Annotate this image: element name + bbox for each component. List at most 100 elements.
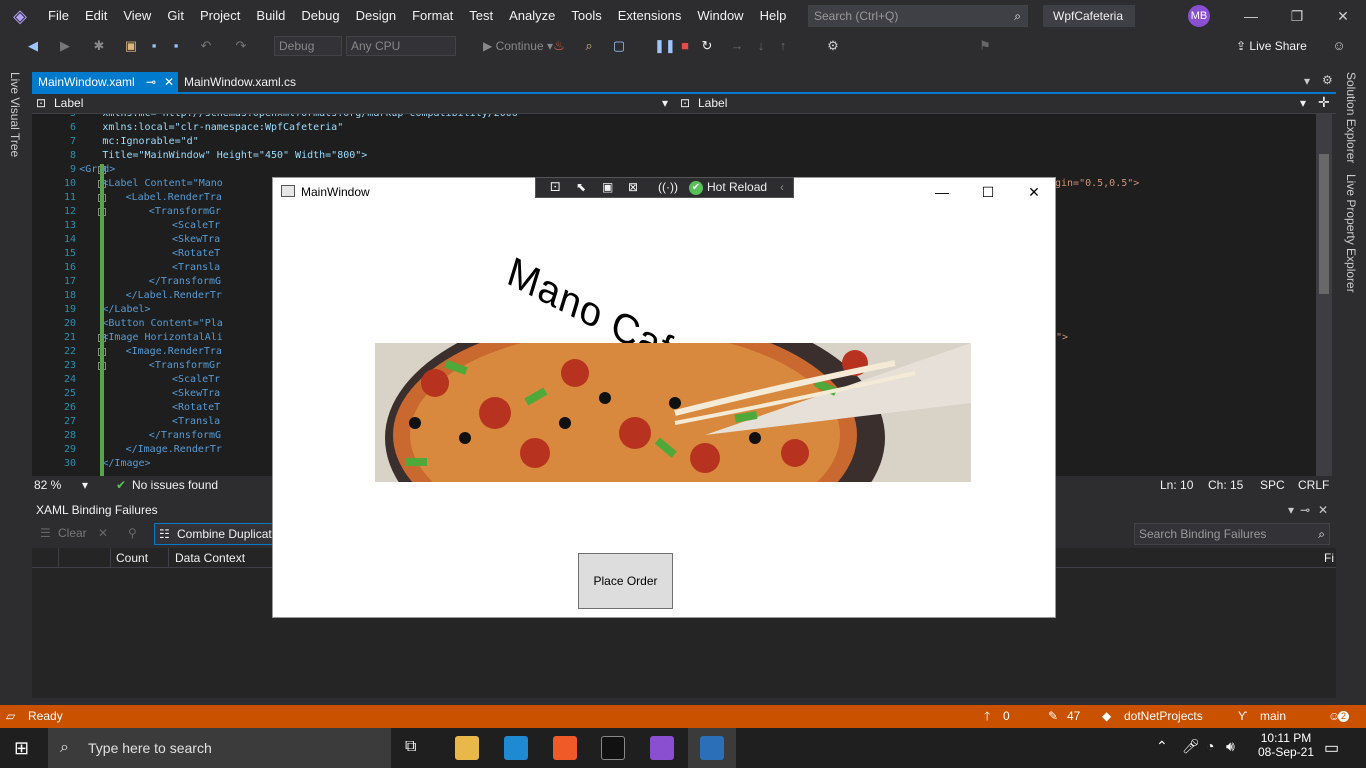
branch-name[interactable]: main bbox=[1260, 705, 1286, 728]
live-property-explorer-tab[interactable]: Live Property Explorer bbox=[1344, 174, 1358, 293]
go-to-live-visual-tree-icon[interactable]: ⚀ bbox=[550, 178, 560, 197]
platform-select[interactable]: Any CPU bbox=[346, 36, 456, 56]
wifi-icon[interactable]: ◔ bbox=[1206, 738, 1214, 754]
split-editor-icon[interactable]: ✛ bbox=[1318, 94, 1330, 111]
column-fi[interactable]: Fi bbox=[1324, 548, 1334, 568]
menu-design[interactable]: Design bbox=[348, 0, 404, 32]
new-project-icon[interactable]: ✱ bbox=[90, 37, 108, 55]
menu-window[interactable]: Window bbox=[689, 0, 751, 32]
avatar[interactable]: MB bbox=[1188, 5, 1210, 27]
maximize-icon[interactable]: ☐ bbox=[965, 178, 1011, 206]
repository-name[interactable]: dotNetProjects bbox=[1124, 705, 1203, 728]
minimize-icon[interactable]: — bbox=[919, 178, 965, 206]
collapse-chevron-icon[interactable]: ‹ bbox=[780, 178, 784, 197]
live-visual-tree-tab[interactable]: Live Visual Tree bbox=[8, 72, 22, 157]
restart-icon[interactable]: ↻ bbox=[698, 37, 716, 55]
find-in-files-icon[interactable]: ⌕ bbox=[580, 37, 598, 55]
forward-icon[interactable]: ▶ bbox=[56, 37, 74, 55]
menu-tools[interactable]: Tools bbox=[563, 0, 609, 32]
clear-button[interactable]: Clear bbox=[58, 526, 87, 540]
brave-browser-icon[interactable] bbox=[553, 736, 577, 760]
unpushed-commits[interactable]: 0 bbox=[1003, 705, 1010, 728]
clear-icon[interactable]: ☰ bbox=[40, 526, 51, 540]
visual-studio-icon[interactable] bbox=[650, 736, 674, 760]
solution-explorer-tab[interactable]: Solution Explorer bbox=[1344, 72, 1358, 163]
restore-icon[interactable]: ❐ bbox=[1274, 0, 1320, 32]
menu-build[interactable]: Build bbox=[248, 0, 293, 32]
display-adorners-icon[interactable]: ▣ bbox=[602, 178, 613, 197]
wpf-app-icon[interactable] bbox=[700, 736, 724, 760]
save-icon[interactable]: ▪ bbox=[145, 37, 163, 55]
menu-debug[interactable]: Debug bbox=[293, 0, 347, 32]
menu-view[interactable]: View bbox=[115, 0, 159, 32]
chevron-up-icon[interactable]: ⌃ bbox=[1156, 738, 1168, 755]
continue-button[interactable]: ▶ Continue ▾ bbox=[483, 36, 553, 56]
microphone-icon[interactable]: 🎤︎ bbox=[1182, 738, 1200, 755]
tab-dropdown-icon[interactable]: ▾ bbox=[1304, 74, 1310, 88]
binding-failures-icon[interactable]: ((·)) bbox=[658, 178, 678, 197]
stop-icon[interactable]: ■ bbox=[676, 37, 694, 55]
pause-icon[interactable]: ❚❚ bbox=[654, 37, 676, 55]
back-icon[interactable]: ◀ bbox=[24, 37, 42, 55]
terminal-icon[interactable] bbox=[601, 736, 625, 760]
binding-search-input[interactable]: Search Binding Failures ⌕ bbox=[1134, 523, 1330, 545]
undo-icon[interactable]: ↶ bbox=[197, 37, 215, 55]
menu-help[interactable]: Help bbox=[752, 0, 795, 32]
indent-mode[interactable]: SPC bbox=[1260, 476, 1285, 494]
select-element-icon[interactable]: ⬉ bbox=[576, 178, 586, 197]
menu-extensions[interactable]: Extensions bbox=[610, 0, 690, 32]
chevron-down-icon[interactable]: ▾ bbox=[82, 476, 88, 494]
step-over-icon[interactable]: → bbox=[728, 37, 746, 55]
save-all-icon[interactable]: ▪ bbox=[167, 37, 185, 55]
delete-icon[interactable]: ✕ bbox=[98, 526, 108, 540]
device-icon[interactable]: ▢ bbox=[610, 37, 628, 55]
scrollbar-thumb[interactable] bbox=[1319, 154, 1329, 294]
open-folder-icon[interactable]: ▣ bbox=[122, 37, 140, 55]
live-share-button[interactable]: ⇪ Live Share bbox=[1236, 39, 1307, 53]
tab-mainwindow-xaml-cs[interactable]: MainWindow.xaml.cs bbox=[178, 72, 318, 92]
column-data-context[interactable]: Data Context bbox=[175, 548, 245, 568]
pin-icon[interactable]: ⊸ bbox=[146, 72, 156, 92]
zoom-select[interactable]: 82 % bbox=[34, 476, 61, 494]
bookmark-icon[interactable]: ⚑ bbox=[976, 37, 994, 55]
windows-start-icon[interactable]: ⊞ bbox=[14, 738, 29, 759]
redo-icon[interactable]: ↷ bbox=[232, 37, 250, 55]
chevron-down-icon[interactable]: ▾ bbox=[1288, 500, 1294, 520]
diagnostics-icon[interactable]: ⚙ bbox=[824, 37, 842, 55]
menu-test[interactable]: Test bbox=[461, 0, 501, 32]
nav-left-select[interactable]: ⊡ Label ▾ bbox=[32, 94, 674, 113]
combine-duplicates-toggle[interactable]: ☷ Combine Duplicat bbox=[154, 523, 274, 545]
minimize-icon[interactable]: — bbox=[1228, 0, 1274, 32]
column-count[interactable]: Count bbox=[116, 548, 148, 568]
editor-scrollbar[interactable] bbox=[1316, 114, 1332, 476]
pending-changes[interactable]: 47 bbox=[1067, 705, 1080, 728]
menu-analyze[interactable]: Analyze bbox=[501, 0, 563, 32]
output-icon[interactable]: ▱ bbox=[6, 705, 15, 728]
hot-reload-status[interactable]: Hot Reload bbox=[707, 178, 767, 197]
pin-icon[interactable]: ⊸ bbox=[1300, 500, 1310, 520]
feedback-icon[interactable]: ☺ bbox=[1330, 37, 1348, 55]
menu-file[interactable]: File bbox=[40, 0, 77, 32]
line-ending[interactable]: CRLF bbox=[1298, 476, 1329, 494]
menu-edit[interactable]: Edit bbox=[77, 0, 115, 32]
step-into-icon[interactable]: ↓ bbox=[752, 37, 770, 55]
track-focus-icon[interactable]: ⊠ bbox=[628, 178, 638, 197]
taskbar-search-input[interactable]: ⌕ Type here to search bbox=[48, 728, 391, 768]
action-center-icon[interactable]: ▭ bbox=[1324, 738, 1339, 758]
hot-reload-flame-icon[interactable]: ♨ bbox=[550, 37, 568, 55]
tab-close-icon[interactable]: ✕ bbox=[164, 72, 174, 92]
settings-gear-icon[interactable]: ⚙ bbox=[1322, 73, 1333, 87]
tab-mainwindow-xaml[interactable]: MainWindow.xaml ⊸ ✕ bbox=[32, 72, 178, 92]
close-icon[interactable]: ✕ bbox=[1318, 500, 1328, 520]
filter-icon[interactable]: ⚲ bbox=[128, 526, 137, 540]
volume-icon[interactable]: 🔊︎ bbox=[1226, 738, 1235, 755]
vscode-icon[interactable] bbox=[504, 736, 528, 760]
configuration-select[interactable]: Debug bbox=[274, 36, 342, 56]
close-icon[interactable]: ✕ bbox=[1320, 0, 1366, 32]
search-input[interactable]: Search (Ctrl+Q) ⌕ bbox=[808, 5, 1028, 27]
file-explorer-icon[interactable] bbox=[455, 736, 479, 760]
clock[interactable]: 10:11 PM 08-Sep-21 bbox=[1256, 731, 1316, 759]
menu-project[interactable]: Project bbox=[192, 0, 248, 32]
place-order-button[interactable]: Place Order bbox=[578, 553, 673, 609]
step-out-icon[interactable]: ↑ bbox=[774, 37, 792, 55]
